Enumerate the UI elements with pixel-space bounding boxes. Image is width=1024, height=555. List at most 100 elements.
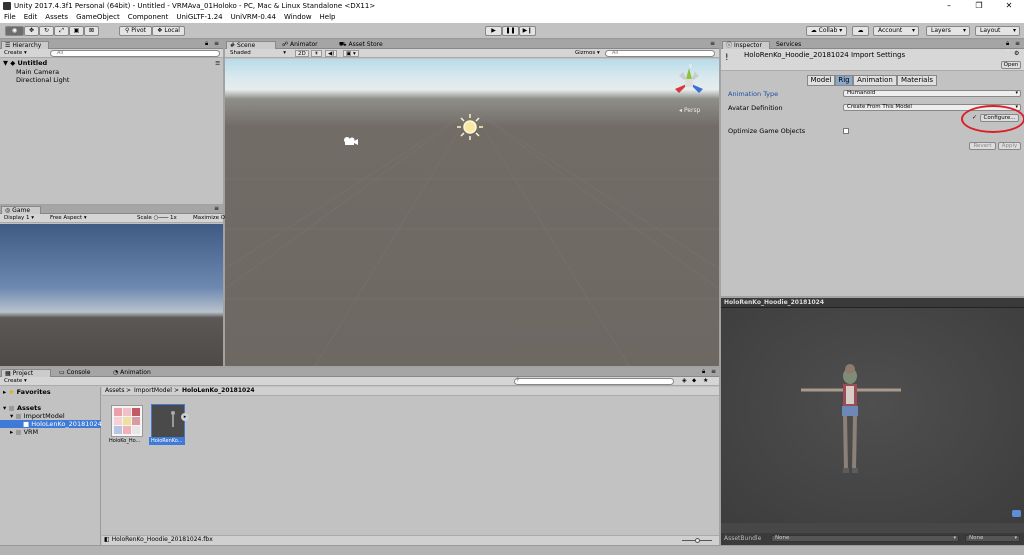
- open-button[interactable]: Open: [1001, 61, 1021, 69]
- tab-animator[interactable]: ☍ Animator: [279, 41, 335, 49]
- panel-menu-icon[interactable]: ≡: [710, 40, 715, 48]
- play-button[interactable]: ▶: [485, 26, 502, 36]
- menu-component[interactable]: Component: [124, 12, 173, 23]
- scene-menu-icon[interactable]: ≡: [215, 59, 220, 67]
- step-button[interactable]: ▶❙: [519, 26, 536, 36]
- tree-assets[interactable]: ▾ ■ Assets: [3, 404, 41, 412]
- tree-selected-folder[interactable]: ■ HoloLenKo_20181024: [0, 420, 102, 428]
- tab-materials[interactable]: Materials: [897, 75, 937, 86]
- preview-viewport[interactable]: [721, 308, 1024, 523]
- assetbundle-name-dropdown[interactable]: None ▾: [771, 535, 959, 542]
- layers-dropdown[interactable]: Layers ▾: [926, 26, 970, 36]
- menu-assets[interactable]: Assets: [41, 12, 72, 23]
- asset-model-thumbnail[interactable]: [151, 404, 185, 438]
- pivot-toggle[interactable]: ⚲ Pivot: [119, 26, 152, 36]
- menu-gameobject[interactable]: GameObject: [72, 12, 124, 23]
- tab-asset-store[interactable]: ⛟ Asset Store: [336, 41, 396, 49]
- shading-mode-dropdown[interactable]: Shaded ▾: [228, 50, 288, 57]
- scene-viewport[interactable]: y ◂ Persp: [225, 59, 719, 366]
- optimize-game-objects-checkbox[interactable]: [843, 128, 849, 134]
- projection-mode-label[interactable]: ◂ Persp: [679, 107, 700, 115]
- tab-project[interactable]: ▦ Project: [1, 369, 51, 377]
- panel-menu-icon[interactable]: ≡: [711, 368, 716, 376]
- maximize-on-play-toggle[interactable]: Maximize O: [191, 215, 227, 222]
- menu-univrm[interactable]: UniVRM-0.44: [227, 12, 280, 23]
- animation-type-dropdown[interactable]: Humanoid ▾: [843, 90, 1021, 97]
- tab-scene[interactable]: # Scene: [226, 41, 276, 49]
- local-toggle[interactable]: ❖ Local: [152, 26, 185, 36]
- minimize-button[interactable]: –: [934, 0, 964, 12]
- favorite-star-icon[interactable]: ★: [703, 377, 708, 385]
- project-search-input[interactable]: ⚲: [514, 378, 674, 385]
- directional-light-gizmo-icon[interactable]: [456, 113, 484, 141]
- hierarchy-search-input[interactable]: All: [50, 50, 220, 57]
- camera-gizmo-icon[interactable]: [342, 136, 358, 146]
- effects-dropdown[interactable]: ▣ ▾: [343, 50, 359, 57]
- rotate-tool-button[interactable]: ↻: [39, 26, 54, 36]
- apply-button[interactable]: Apply: [998, 142, 1021, 150]
- asset-texture-thumbnail[interactable]: [111, 405, 143, 437]
- cloud-button[interactable]: ☁: [852, 26, 869, 36]
- lock-icon[interactable]: 🔒︎: [1006, 40, 1009, 48]
- game-view-viewport[interactable]: [0, 224, 223, 366]
- maximize-button[interactable]: ❐: [964, 0, 994, 12]
- lock-icon[interactable]: 🔒︎: [702, 368, 705, 376]
- audio-toggle[interactable]: ◀): [325, 50, 338, 57]
- help-icon[interactable]: ❔: [1005, 50, 1012, 58]
- lock-icon[interactable]: 🔒︎: [205, 40, 208, 48]
- tag-icon[interactable]: [1012, 510, 1021, 517]
- tab-hierarchy[interactable]: ☰ Hierarchy: [1, 41, 49, 49]
- panel-menu-icon[interactable]: ≡: [214, 205, 219, 213]
- tab-rig[interactable]: Rig: [835, 75, 853, 86]
- rect-tool-button[interactable]: ▣: [69, 26, 84, 36]
- breadcrumb-assets[interactable]: Assets: [105, 387, 125, 395]
- filter-label-icon[interactable]: ⬥: [692, 377, 696, 385]
- hierarchy-create-button[interactable]: Create ▾: [2, 50, 29, 57]
- account-dropdown[interactable]: Account ▾: [873, 26, 919, 36]
- hand-tool-button[interactable]: ◉: [5, 26, 24, 36]
- hierarchy-item-main-camera[interactable]: Main Camera: [16, 68, 59, 76]
- tab-model[interactable]: Model: [807, 75, 835, 86]
- breadcrumb-importmodel[interactable]: ImportModel: [134, 387, 172, 395]
- gizmos-dropdown[interactable]: Gizmos ▾: [573, 50, 602, 57]
- slider-thumb-icon[interactable]: [695, 538, 700, 543]
- scene-search-input[interactable]: All: [605, 50, 715, 57]
- menu-help[interactable]: Help: [316, 12, 340, 23]
- tab-animation-import[interactable]: Animation: [853, 75, 897, 86]
- project-create-button[interactable]: Create ▾: [2, 378, 29, 385]
- layout-dropdown[interactable]: Layout ▾: [975, 26, 1020, 36]
- panel-menu-icon[interactable]: ≡: [1015, 40, 1020, 48]
- hierarchy-item-directional-light[interactable]: Directional Light: [16, 76, 69, 84]
- tab-inspector[interactable]: ⓘ Inspector: [722, 41, 770, 49]
- aspect-dropdown[interactable]: Free Aspect ▾: [48, 215, 89, 222]
- collab-button[interactable]: ☁ Collab ▾: [806, 26, 847, 36]
- menu-file[interactable]: File: [0, 12, 20, 23]
- tab-game[interactable]: ◎ Game: [1, 206, 41, 214]
- expand-asset-arrow-icon[interactable]: ▸: [181, 413, 189, 421]
- tree-favorites[interactable]: ▸ ★ Favorites: [3, 388, 51, 396]
- settings-gear-icon[interactable]: ⚙: [1014, 50, 1019, 58]
- close-button[interactable]: ✕: [994, 0, 1024, 12]
- filter-type-icon[interactable]: ◈: [682, 377, 687, 385]
- lighting-toggle[interactable]: ☀: [311, 50, 322, 57]
- scale-tool-button[interactable]: ⤢: [54, 26, 69, 36]
- transform-tool-button[interactable]: ⊠: [84, 26, 99, 36]
- panel-menu-icon[interactable]: ≡: [214, 40, 219, 48]
- tab-services[interactable]: Services: [773, 41, 813, 49]
- scene-root-item[interactable]: ▼ ◆ Untitled: [3, 59, 47, 67]
- menu-edit[interactable]: Edit: [20, 12, 42, 23]
- tree-vrm[interactable]: ▸ ■ VRM: [10, 428, 38, 436]
- tab-animation[interactable]: ◔ Animation: [110, 369, 170, 377]
- revert-button[interactable]: Revert: [969, 142, 996, 150]
- assetbundle-variant-dropdown[interactable]: None ▾: [965, 535, 1020, 542]
- pause-button[interactable]: ❚❚: [502, 26, 519, 36]
- tab-console[interactable]: ▭ Console: [56, 369, 108, 377]
- move-tool-button[interactable]: ✥: [24, 26, 39, 36]
- tree-importmodel[interactable]: ▾ ■ ImportModel: [10, 412, 65, 420]
- breadcrumb-current[interactable]: HoloLenKo_20181024: [182, 387, 255, 395]
- scale-slider[interactable]: Scale ○─── 1x: [135, 215, 179, 222]
- menu-window[interactable]: Window: [280, 12, 316, 23]
- 2d-toggle[interactable]: 2D: [295, 50, 309, 57]
- menu-unigltf[interactable]: UniGLTF-1.24: [172, 12, 226, 23]
- display-dropdown[interactable]: Display 1 ▾: [2, 215, 36, 222]
